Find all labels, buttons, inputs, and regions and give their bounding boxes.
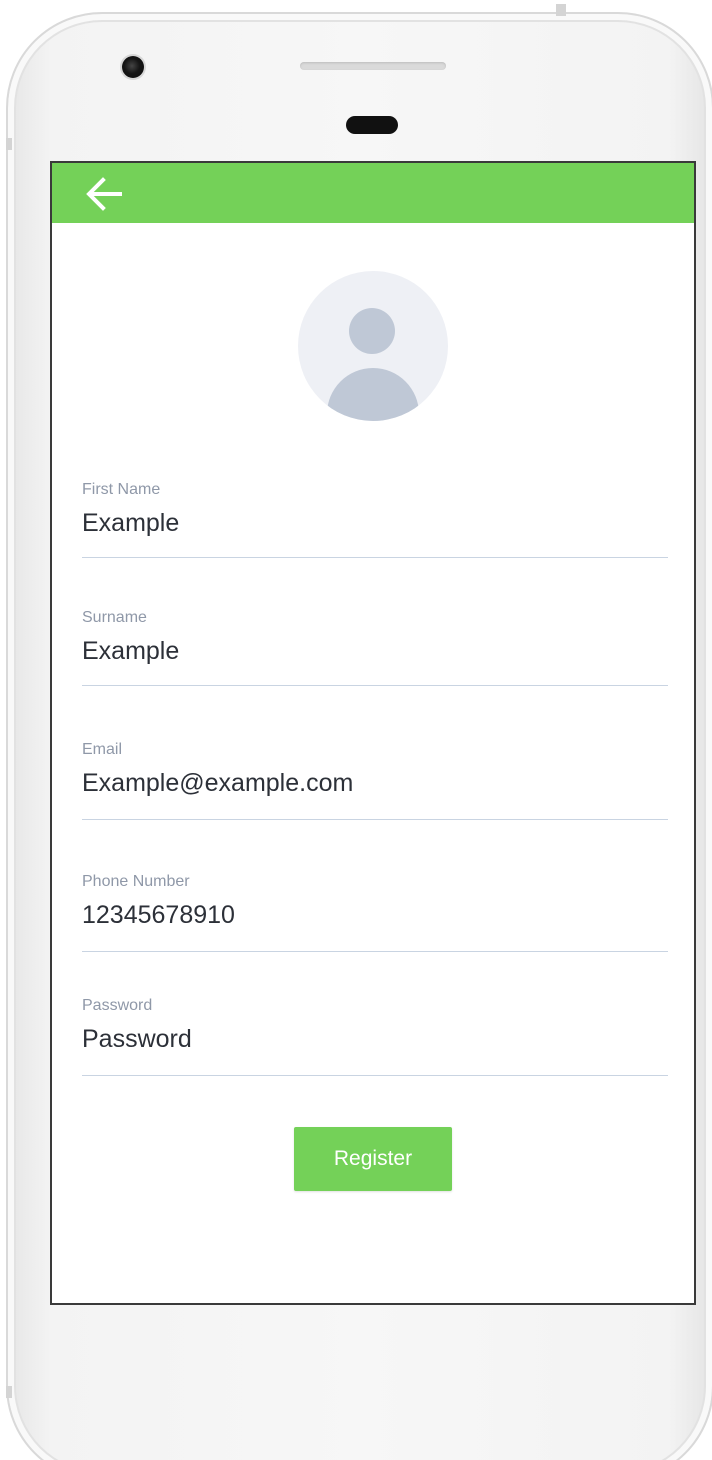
password-field[interactable]: Password Password	[82, 997, 668, 1076]
surname-field[interactable]: Surname Example	[82, 609, 668, 686]
email-label: Email	[82, 741, 123, 758]
app-bar	[52, 163, 694, 223]
phone-number-field[interactable]: Phone Number 12345678910	[82, 873, 668, 952]
surname-label: Surname	[82, 609, 147, 626]
surname-value[interactable]: Example	[82, 636, 668, 666]
first-name-label: First Name	[82, 481, 161, 498]
avatar-body-shape	[327, 368, 419, 421]
arrow-left-icon	[86, 177, 122, 211]
phone-number-underline	[82, 951, 668, 952]
phone-number-label: Phone Number	[82, 873, 190, 890]
app-screen: First Name Example Surname Example Email…	[50, 161, 696, 1305]
first-name-field[interactable]: First Name Example	[82, 481, 668, 558]
email-value[interactable]: Example@example.com	[82, 768, 668, 798]
avatar-head-shape	[349, 308, 395, 354]
proximity-sensor	[346, 116, 398, 134]
front-camera	[122, 56, 144, 78]
first-name-underline	[82, 557, 668, 558]
earpiece-speaker	[300, 62, 446, 70]
surname-underline	[82, 685, 668, 686]
password-underline	[82, 1075, 668, 1076]
phone-number-value[interactable]: 12345678910	[82, 900, 668, 930]
password-label: Password	[82, 997, 153, 1014]
back-button[interactable]	[80, 171, 128, 215]
profile-avatar[interactable]	[298, 271, 448, 421]
first-name-value[interactable]: Example	[82, 508, 668, 538]
volume-button	[6, 138, 12, 150]
side-button	[6, 1386, 12, 1398]
password-value[interactable]: Password	[82, 1024, 668, 1054]
power-button	[556, 4, 566, 16]
email-field[interactable]: Email Example@example.com	[82, 741, 668, 820]
register-button[interactable]: Register	[294, 1127, 452, 1191]
email-underline	[82, 819, 668, 820]
